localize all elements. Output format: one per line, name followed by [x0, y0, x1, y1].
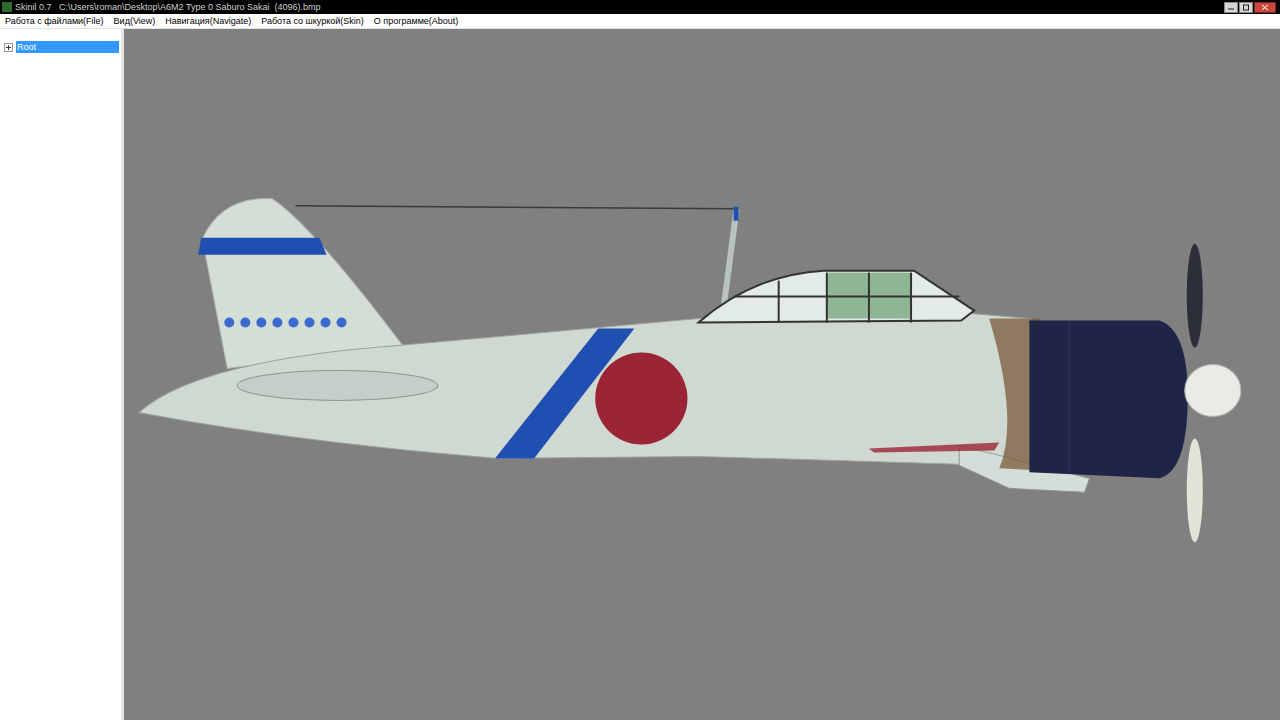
menu-item[interactable]: О программе(About) [369, 14, 464, 28]
maximize-icon[interactable] [1239, 2, 1253, 13]
tree-label[interactable]: Root [16, 41, 119, 53]
minimize-icon[interactable] [1224, 2, 1238, 13]
menu-item[interactable]: Навигация(Navigate) [160, 14, 256, 28]
close-icon[interactable] [1254, 2, 1276, 13]
menu-bar: Работа с файлами(File)Вид(View)Навигация… [0, 14, 1280, 29]
menu-item[interactable]: Работа со шкуркой(Skin) [256, 14, 369, 28]
tree-item[interactable]: Root [4, 41, 119, 53]
app-window: Skinil 0.7 C:\Users\roman\Desktop\A6M2 T… [0, 0, 1280, 720]
tree-panel: Root [0, 29, 124, 720]
aircraft-render [124, 29, 1280, 720]
menu-item[interactable]: Вид(View) [109, 14, 161, 28]
expand-icon[interactable] [4, 43, 13, 52]
title-bar: Skinil 0.7 C:\Users\roman\Desktop\A6M2 T… [0, 0, 1280, 14]
app-icon [2, 2, 12, 12]
viewport[interactable] [124, 29, 1280, 720]
menu-item[interactable]: Работа с файлами(File) [0, 14, 109, 28]
window-title: Skinil 0.7 C:\Users\roman\Desktop\A6M2 T… [15, 0, 320, 14]
